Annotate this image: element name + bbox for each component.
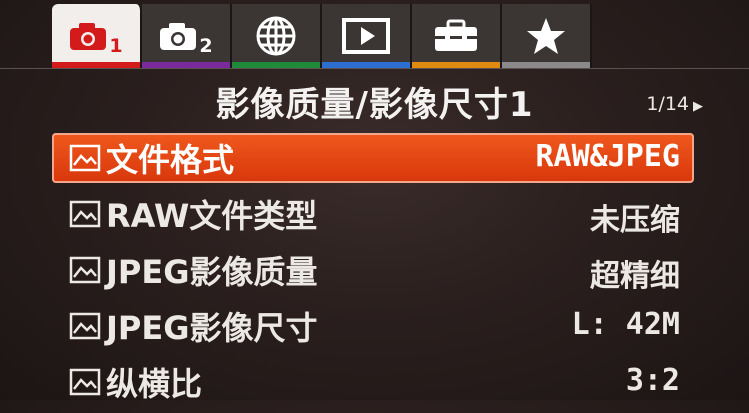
menu-header: 影像质量/影像尺寸1 1/14 ▶ <box>0 68 749 125</box>
still-image-icon <box>69 312 101 340</box>
menu-list: 文件格式 RAW&JPEG RAW文件类型 未压缩 JPEG影像质量 超精细 J… <box>52 133 694 413</box>
camera-icon <box>70 23 107 50</box>
tab-network[interactable] <box>232 4 322 68</box>
menu-item-value: L: 42M <box>571 307 680 342</box>
tab-camera-settings-1[interactable]: 1 <box>52 4 142 68</box>
star-icon <box>527 18 565 54</box>
next-page-arrow-icon: ▶ <box>693 99 703 114</box>
page-indicator: 1/14 ▶ <box>646 93 703 115</box>
menu-item-label: 纵横比 <box>106 365 203 403</box>
page-number: 1/14 <box>646 93 689 115</box>
menu-item-label: RAW文件类型 <box>106 197 318 235</box>
play-icon <box>342 18 390 54</box>
menu-item-value: 未压缩 <box>590 203 680 238</box>
camera-icon <box>160 23 197 50</box>
tab-number: 1 <box>109 35 123 57</box>
still-image-icon <box>69 368 101 396</box>
menu-item-value: RAW&JPEG <box>535 139 681 174</box>
still-image-icon <box>69 200 101 228</box>
still-image-icon <box>69 144 101 172</box>
tab-camera-settings-2[interactable]: 2 <box>142 4 232 68</box>
menu-item-raw-file-type[interactable]: RAW文件类型 未压缩 <box>52 189 694 239</box>
page-title: 影像质量/影像尺寸1 <box>215 85 534 125</box>
menu-item-file-format[interactable]: 文件格式 RAW&JPEG <box>52 133 694 183</box>
menu-item-value: 3:2 <box>625 363 680 398</box>
menu-item-jpeg-quality[interactable]: JPEG影像质量 超精细 <box>52 245 694 295</box>
toolbox-icon <box>435 19 477 51</box>
still-image-icon <box>69 256 101 284</box>
menu-item-value: 超精细 <box>590 259 680 294</box>
globe-icon <box>256 16 296 56</box>
menu-item-label: JPEG影像尺寸 <box>106 309 318 347</box>
tab-number: 2 <box>199 35 213 57</box>
menu-item-label: 文件格式 <box>106 141 235 179</box>
menu-tab-bar: 1 2 <box>52 4 592 68</box>
menu-item-label: JPEG影像质量 <box>106 253 318 291</box>
tab-playback[interactable] <box>322 4 412 68</box>
tab-setup[interactable] <box>412 4 502 68</box>
menu-item-jpeg-size[interactable]: JPEG影像尺寸 L: 42M <box>52 301 694 351</box>
tab-my-menu[interactable] <box>502 4 592 68</box>
